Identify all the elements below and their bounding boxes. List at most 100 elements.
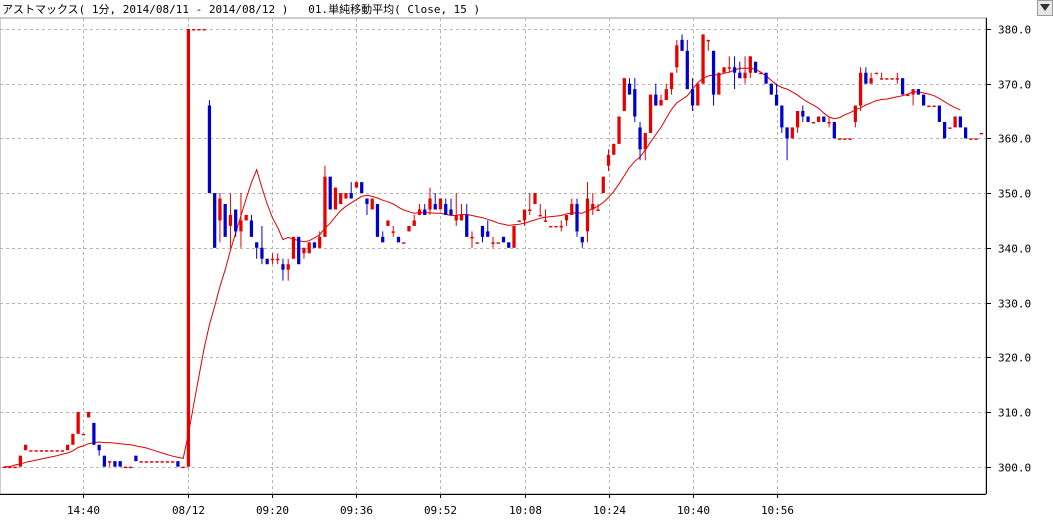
- candle-body: [108, 461, 112, 463]
- candle-body: [706, 39, 710, 42]
- candle-body: [186, 28, 191, 467]
- candle-body: [942, 121, 947, 139]
- candle-body: [900, 78, 905, 95]
- candle-body: [480, 225, 485, 237]
- candle-body: [234, 209, 238, 232]
- candle-body: [249, 220, 254, 237]
- candle-body: [491, 242, 495, 244]
- x-tick-label: 10:08: [509, 504, 542, 517]
- candle-body: [885, 78, 889, 80]
- candle-body: [118, 461, 122, 467]
- candle-body: [134, 455, 138, 462]
- candle-body: [890, 78, 894, 80]
- x-tick-label: 14:40: [67, 504, 100, 517]
- candle-body: [475, 242, 479, 244]
- y-tick-label: 340.0: [998, 243, 1031, 256]
- candle-body: [932, 105, 936, 108]
- candle-body: [412, 220, 416, 226]
- candle-body: [549, 225, 553, 228]
- candle-body: [459, 214, 464, 221]
- y-tick-label: 300.0: [998, 462, 1031, 475]
- candle-body: [575, 204, 579, 232]
- candle-body: [202, 28, 206, 31]
- candle-body: [780, 105, 784, 128]
- candle-body: [801, 111, 805, 117]
- candle-body: [97, 444, 101, 451]
- candle-body: [570, 204, 574, 215]
- candle-body: [963, 127, 968, 139]
- candle-body: [396, 236, 401, 243]
- candle-body: [764, 72, 768, 84]
- x-tick-label: 09:36: [340, 504, 373, 517]
- chart-menu-dropdown[interactable]: [1037, 0, 1053, 16]
- candle-body: [328, 176, 332, 210]
- candle-body: [837, 138, 842, 140]
- candle-body: [869, 78, 873, 84]
- candle-body: [239, 220, 243, 232]
- candle-body: [501, 236, 506, 243]
- candle-body: [507, 242, 511, 248]
- candle-body: [255, 242, 259, 248]
- candle-body: [286, 264, 290, 270]
- candle-body: [349, 193, 353, 199]
- candle-body: [969, 138, 973, 140]
- candle-body: [822, 116, 826, 122]
- candle-body: [197, 28, 201, 31]
- candle-body: [685, 50, 689, 90]
- candle-body: [528, 209, 532, 211]
- candle-body: [370, 198, 374, 210]
- triangle-down-icon: [1040, 4, 1050, 11]
- candle-body: [160, 461, 164, 463]
- candle-body: [512, 225, 516, 248]
- x-tick-label: 08/12: [172, 504, 205, 517]
- candle-body: [8, 466, 12, 469]
- candle-body: [559, 225, 563, 228]
- candle-body: [218, 198, 222, 221]
- candle-body: [911, 89, 915, 95]
- candle-body: [113, 461, 117, 467]
- chart-title: アストマックス( 1分, 2014/08/11 - 2014/08/12 ) 0…: [2, 3, 481, 16]
- candle-body: [596, 209, 600, 211]
- candle-body: [927, 105, 931, 108]
- candle-body: [155, 461, 159, 463]
- candle-body: [522, 209, 527, 221]
- x-tick-label: 10:56: [761, 504, 794, 517]
- candle-body: [276, 258, 280, 261]
- candle-body: [879, 78, 884, 80]
- axes: 300.0 310.0 320.0 330.0 340.0 350.0 360.0 370.0…: [0, 18, 1031, 517]
- candle-body: [517, 220, 521, 222]
- candle-body: [538, 214, 542, 217]
- candle-body: [55, 450, 59, 452]
- x-tick-label: 10:24: [593, 504, 626, 517]
- candle-body: [291, 236, 296, 259]
- candle-body: [606, 154, 611, 166]
- candle-body: [60, 450, 65, 452]
- candle-body: [213, 193, 217, 248]
- moving-average: [4, 67, 961, 468]
- candle-body: [795, 111, 800, 128]
- candle-body: [690, 89, 695, 106]
- candle-body: [339, 193, 343, 205]
- candle-body: [601, 176, 605, 194]
- candle-body: [92, 422, 96, 445]
- candle-body: [365, 198, 369, 205]
- candle-body: [486, 231, 490, 237]
- candle-body: [701, 34, 705, 84]
- candle-body: [858, 72, 863, 106]
- candle-body: [333, 187, 338, 210]
- candle-body: [438, 198, 443, 210]
- candle-body: [648, 94, 653, 133]
- candle-body: [864, 72, 868, 84]
- candle-body: [816, 116, 821, 122]
- candle-body: [66, 444, 70, 451]
- candle-body: [139, 461, 143, 463]
- candle-body: [281, 264, 285, 270]
- candle-body: [743, 72, 747, 79]
- candle-body: [659, 100, 663, 106]
- candle-body: [454, 214, 458, 221]
- candle-body: [622, 78, 626, 112]
- candle-body: [423, 209, 427, 215]
- candle-body: [591, 204, 595, 210]
- candle-body: [627, 83, 632, 95]
- candle-body: [407, 225, 411, 232]
